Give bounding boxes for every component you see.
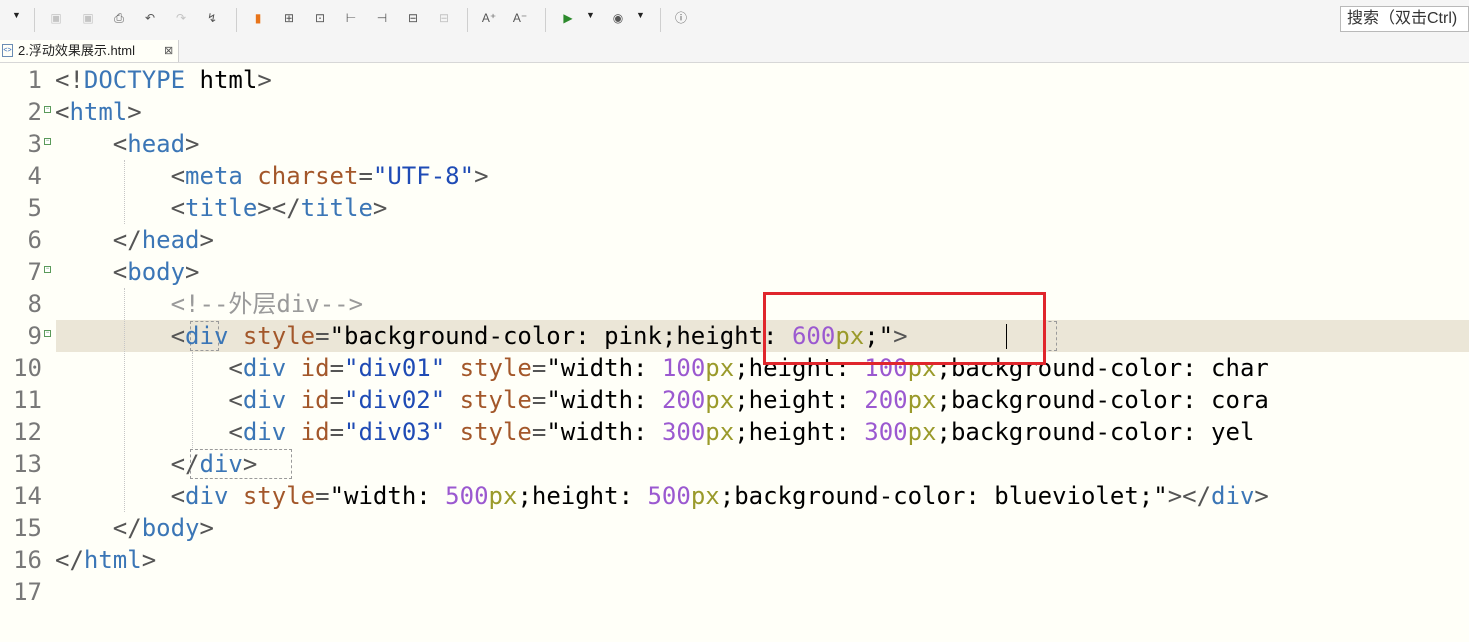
line-number: 8 [27,290,42,318]
bookmark-icon[interactable]: ▮ [250,10,266,26]
new-file-icon[interactable]: ⊞ [281,10,297,26]
info-icon[interactable]: ⓘ [673,10,689,26]
toolbar-dropdown-arrow-icon[interactable]: ▼ [12,10,21,20]
line-number: 3 [27,130,42,158]
line-number: 10 [13,354,42,382]
fold-toggle-icon[interactable]: − [44,138,51,145]
indent-left-icon[interactable]: ⊢ [343,10,359,26]
line-number: 17 [13,578,42,606]
line-number: 6 [27,226,42,254]
redo-icon[interactable]: ↷ [173,10,189,26]
line-number: 13 [13,450,42,478]
line-number: 16 [13,546,42,574]
indent-right-icon[interactable]: ⊣ [374,10,390,26]
code-line[interactable]: <!--外层div--> [55,288,364,320]
toolbar-separator [467,8,468,32]
code-line[interactable]: <div id="div01" style="width: 100px;heig… [55,352,1268,384]
toolbar-separator [545,8,546,32]
highlight-annotation-box [763,292,1046,365]
print-icon[interactable]: ⎙ [111,10,127,26]
run-icon[interactable]: ▶ [560,10,576,26]
font-increase-icon[interactable]: A⁺ [481,10,497,26]
code-line[interactable]: </body> [55,512,214,544]
fold-toggle-icon[interactable]: − [44,266,51,273]
line-number: 15 [13,514,42,542]
html-file-icon: <> [2,44,13,57]
undo-icon[interactable]: ↶ [142,10,158,26]
editor-tab-bar: <> 2.浮动效果展示.html ⊠ [0,40,1469,63]
code-line[interactable]: <body> [55,256,200,288]
code-line[interactable]: <title></title> [55,192,388,224]
main-toolbar: ▼ ▣ ▣ ⎙ ↶ ↷ ↯ ▮ ⊞ ⊡ ⊢ ⊣ ⊟ ⊟ A⁺ A⁻ ▶ ▼ ◉ … [0,0,1469,41]
line-number: 14 [13,482,42,510]
format-icon[interactable]: ↯ [204,10,220,26]
uncomment-icon[interactable]: ⊟ [436,10,452,26]
search-input[interactable]: 搜索（双击Ctrl) [1340,6,1469,32]
code-line[interactable]: <div id="div02" style="width: 200px;heig… [55,384,1268,416]
code-line[interactable]: <div id="div03" style="width: 300px;heig… [55,416,1254,448]
fold-toggle-icon[interactable]: − [44,330,51,337]
run-dropdown-arrow-icon[interactable]: ▼ [586,10,595,20]
code-line[interactable]: </html> [55,544,156,576]
line-number: 7 [27,258,42,286]
code-line[interactable]: <html> [55,96,142,128]
line-number: 2 [27,98,42,126]
code-line[interactable]: <head> [55,128,200,160]
comment-icon[interactable]: ⊟ [405,10,421,26]
close-tab-icon[interactable]: ⊠ [164,41,173,61]
tab-file[interactable]: <> 2.浮动效果展示.html ⊠ [0,40,179,62]
toolbar-separator [660,8,661,32]
line-number: 1 [27,66,42,94]
line-number: 12 [13,418,42,446]
font-decrease-icon[interactable]: A⁻ [512,10,528,26]
line-number: 4 [27,162,42,190]
code-line[interactable]: <div style="width: 500px;height: 500px;b… [55,480,1269,512]
code-editor[interactable]: 1 2 3 4 5 6 7 8 9 10 11 12 13 14 15 16 1… [0,63,1469,642]
code-line[interactable]: </head> [55,224,214,256]
browser-icon[interactable]: ◉ [610,10,626,26]
code-line[interactable]: <!DOCTYPE html> [55,64,272,96]
code-line[interactable]: <meta charset="UTF-8"> [55,160,489,192]
line-number: 9 [27,322,42,350]
save-all-icon[interactable]: ▣ [80,10,96,26]
code-line[interactable]: </div> [55,448,258,480]
line-number: 5 [27,194,42,222]
save-icon[interactable]: ▣ [48,10,64,26]
fold-toggle-icon[interactable]: − [44,106,51,113]
tab-label: 2.浮动效果展示.html [18,43,136,58]
export-icon[interactable]: ⊡ [312,10,328,26]
line-number: 11 [13,386,42,414]
browser-dropdown-arrow-icon[interactable]: ▼ [636,10,645,20]
toolbar-separator [236,8,237,32]
toolbar-separator [34,8,35,32]
